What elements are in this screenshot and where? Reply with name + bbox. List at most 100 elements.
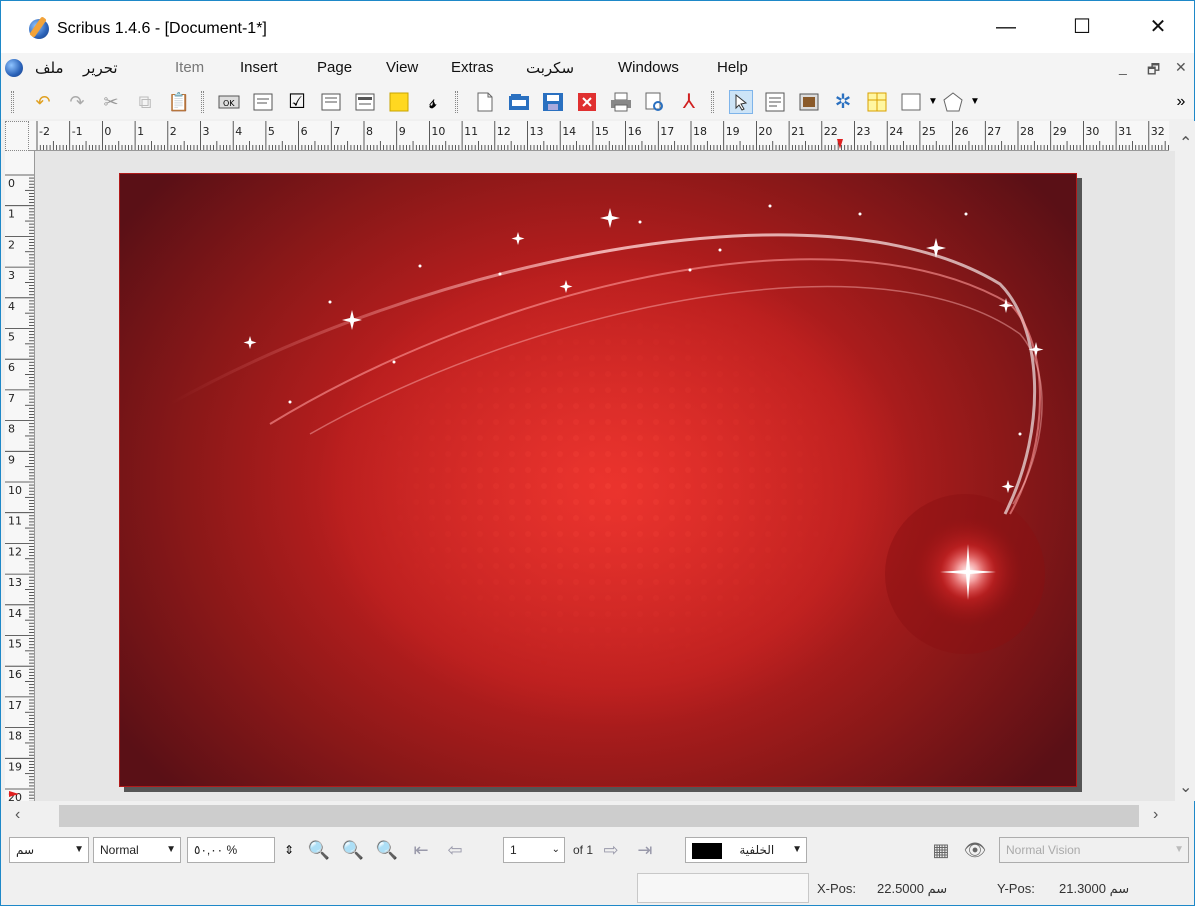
page-number-select[interactable]: 1 ⌄ bbox=[503, 837, 565, 863]
new-document-icon[interactable] bbox=[473, 90, 497, 114]
scroll-up-icon[interactable]: ⌃ bbox=[1179, 133, 1192, 153]
render-frame-icon[interactable]: ✲ bbox=[831, 90, 855, 114]
menu-windows[interactable]: Windows bbox=[618, 59, 679, 76]
undo-icon[interactable]: ↶ bbox=[31, 90, 55, 114]
chevron-down-icon: ▼ bbox=[792, 844, 802, 855]
menu-insert[interactable]: Insert bbox=[240, 59, 278, 76]
mdi-close-button[interactable]: ✕ bbox=[1175, 59, 1187, 76]
text-frame-icon[interactable] bbox=[763, 90, 787, 114]
toolbar-grip[interactable] bbox=[11, 91, 14, 113]
horizontal-scroll-thumb[interactable] bbox=[59, 805, 1139, 827]
open-document-icon[interactable] bbox=[507, 90, 531, 114]
menu-edit[interactable]: تحرير bbox=[83, 59, 118, 77]
zoom-input[interactable]: ٥٠,٠٠ % bbox=[187, 837, 275, 863]
ruler-corner[interactable] bbox=[5, 121, 29, 151]
previous-page-icon[interactable]: ⇦ bbox=[443, 838, 467, 862]
menu-extras[interactable]: Extras bbox=[451, 59, 494, 76]
menu-file[interactable]: ملف bbox=[35, 59, 64, 77]
export-pdf-icon[interactable]: ⅄ bbox=[677, 90, 701, 114]
polygon-dropdown-icon[interactable]: ▼ bbox=[963, 90, 987, 114]
shape-icon[interactable] bbox=[899, 90, 923, 114]
ruler-tick-label: 18 bbox=[8, 730, 22, 743]
status-controls-row: سم ▼ Normal ▼ ٥٠,٠٠ % ⇕ 🔍 🔍 🔍 ⇤ ⇦ 1 ⌄ of… bbox=[5, 831, 1191, 869]
chevron-down-icon: ▼ bbox=[74, 844, 84, 855]
ruler-tick-label: 18 bbox=[693, 125, 707, 138]
ruler-tick-label: 19 bbox=[8, 760, 22, 773]
ruler-tick-label: 22 bbox=[824, 125, 838, 138]
ruler-tick-label: 21 bbox=[791, 125, 805, 138]
scroll-left-icon[interactable]: ‹ bbox=[15, 806, 20, 824]
ruler-tick-label: -1 bbox=[72, 125, 83, 138]
zoom-100-icon[interactable]: 🔍 bbox=[341, 838, 365, 862]
save-icon[interactable] bbox=[541, 90, 565, 114]
horizontal-scrollbar[interactable]: ‹ › bbox=[5, 801, 1175, 831]
vertical-ruler[interactable]: 0 1 2 3 4 5 6 7 8 9 10 11 12 13 14 15 16 17 18 19 20 bbox=[5, 151, 35, 801]
cut-icon[interactable]: ✂ bbox=[99, 90, 123, 114]
zoom-out-icon[interactable]: 🔍 bbox=[307, 838, 331, 862]
xpos-value: 22.5000 سم bbox=[877, 881, 948, 896]
print-icon[interactable] bbox=[609, 90, 633, 114]
minimize-button[interactable]: — bbox=[983, 11, 1029, 43]
ruler-tick-label: 1 bbox=[137, 125, 144, 138]
scroll-down-icon[interactable]: ⌄ bbox=[1179, 777, 1192, 797]
link-annotation-icon[interactable]: 𝓈 bbox=[421, 90, 445, 114]
document-logo-icon[interactable] bbox=[5, 59, 23, 77]
toolbar-grip[interactable] bbox=[201, 91, 204, 113]
title-bar: Scribus 1.4.6 - [Document-1*] — ☐ ✕ bbox=[1, 1, 1194, 53]
pdf-push-button-icon[interactable]: OK bbox=[217, 90, 241, 114]
chevron-down-icon: ⌄ bbox=[551, 844, 560, 855]
vertical-scrollbar[interactable]: ⌃ ⌄ bbox=[1175, 121, 1195, 801]
ruler-tick-label: 12 bbox=[8, 545, 22, 558]
menu-page[interactable]: Page bbox=[317, 59, 352, 76]
toolbar-overflow-icon[interactable]: » bbox=[1169, 90, 1193, 114]
ruler-tick-label: 17 bbox=[8, 699, 22, 712]
select-item-icon[interactable] bbox=[729, 90, 753, 114]
pdf-checkbox-icon[interactable]: ☑ bbox=[285, 90, 309, 114]
image-mode-select[interactable]: Normal ▼ bbox=[93, 837, 181, 863]
ruler-tick-label: 5 bbox=[8, 331, 15, 344]
text-annotation-icon[interactable] bbox=[387, 90, 411, 114]
preview-mode-icon[interactable]: ▦ bbox=[929, 838, 953, 862]
pdf-list-box-icon[interactable] bbox=[353, 90, 377, 114]
vision-mode-select[interactable]: Normal Vision ▼ bbox=[999, 837, 1189, 863]
toolbar-grip[interactable] bbox=[455, 91, 458, 113]
pdf-combo-box-icon[interactable] bbox=[319, 90, 343, 114]
first-page-icon[interactable]: ⇤ bbox=[409, 838, 433, 862]
preflight-verifier-icon[interactable] bbox=[643, 90, 667, 114]
menu-script[interactable]: سكربت bbox=[526, 59, 574, 77]
pdf-text-field-icon[interactable] bbox=[251, 90, 275, 114]
layer-select[interactable]: الخلفية ▼ bbox=[685, 837, 807, 863]
document-page[interactable] bbox=[119, 173, 1077, 787]
zoom-value: ٥٠,٠٠ % bbox=[194, 843, 238, 857]
redo-icon[interactable]: ↷ bbox=[65, 90, 89, 114]
ruler-tick-label: 12 bbox=[497, 125, 511, 138]
horizontal-ruler[interactable]: -2 -1 0 1 2 3 4 5 6 7 8 9 10 11 12 13 14 15 16 17 18 19 20 21 22… bbox=[29, 121, 1169, 151]
unit-select[interactable]: سم ▼ bbox=[9, 837, 89, 863]
paste-icon[interactable]: 📋 bbox=[167, 90, 191, 114]
toolbar-grip[interactable] bbox=[711, 91, 714, 113]
ruler-tick-label: 1 bbox=[8, 208, 15, 221]
zoom-stepper-icon[interactable]: ⇕ bbox=[277, 838, 301, 862]
menu-view[interactable]: View bbox=[386, 59, 418, 76]
image-frame-icon[interactable] bbox=[797, 90, 821, 114]
scroll-right-icon[interactable]: › bbox=[1153, 806, 1158, 824]
ruler-tick-label: 20 bbox=[758, 125, 772, 138]
maximize-button[interactable]: ☐ bbox=[1059, 11, 1105, 43]
eye-icon[interactable]: 👁 bbox=[963, 838, 987, 862]
close-button[interactable]: ✕ bbox=[1135, 11, 1181, 43]
table-icon[interactable] bbox=[865, 90, 889, 114]
ruler-tick-label: 10 bbox=[8, 484, 22, 497]
zoom-in-icon[interactable]: 🔍 bbox=[375, 838, 399, 862]
copy-icon[interactable]: ⧉ bbox=[133, 90, 157, 114]
polygon-icon[interactable] bbox=[941, 90, 965, 114]
menu-item[interactable]: Item bbox=[175, 59, 204, 76]
mdi-minimize-button[interactable]: _ bbox=[1119, 59, 1127, 75]
status-info-row: X-Pos: 22.5000 سم Y-Pos: 21.3000 سم bbox=[5, 871, 1191, 905]
menu-help[interactable]: Help bbox=[717, 59, 748, 76]
last-page-icon[interactable]: ⇥ bbox=[633, 838, 657, 862]
ruler-tick-label: 27 bbox=[987, 125, 1001, 138]
mdi-restore-button[interactable]: 🗗 bbox=[1147, 59, 1160, 83]
ruler-tick-label: 13 bbox=[8, 576, 22, 589]
close-document-icon[interactable] bbox=[575, 90, 599, 114]
next-page-icon[interactable]: ⇨ bbox=[599, 838, 623, 862]
